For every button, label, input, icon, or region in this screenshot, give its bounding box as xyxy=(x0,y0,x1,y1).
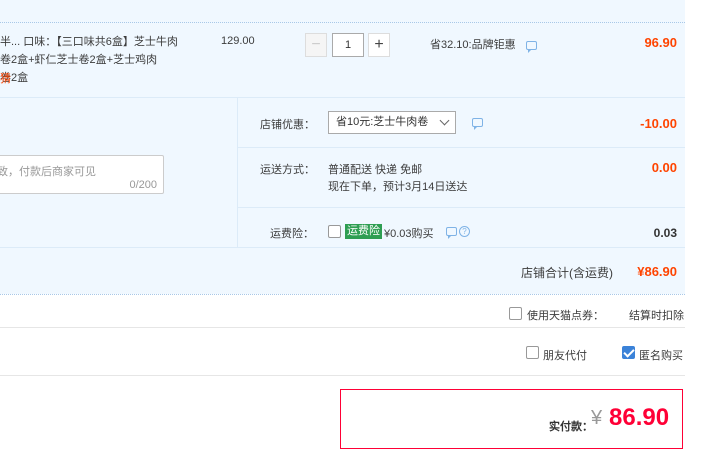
payment-label: 实付款： xyxy=(549,421,593,433)
quantity-decrease-button[interactable]: − xyxy=(305,33,327,57)
anonymous-purchase-label: 匿名购买 xyxy=(639,350,683,362)
quantity-input[interactable]: 1 xyxy=(332,33,364,57)
anonymous-purchase-checkbox[interactable] xyxy=(622,346,635,359)
tmall-points-label: 使用天猫点券： xyxy=(527,310,604,322)
buyer-message-placeholder: 致，付款后商家可见 xyxy=(0,166,96,178)
insurance-divider xyxy=(0,247,685,248)
insurance-label: 运费险： xyxy=(270,228,314,240)
payment-amount: 86.90 xyxy=(609,404,670,431)
chat-bubble-icon[interactable] xyxy=(472,118,483,130)
shop-discount-select[interactable]: 省10元:芝士牛肉卷 xyxy=(328,111,456,134)
column-divider xyxy=(237,97,238,247)
options-divider xyxy=(0,375,685,376)
item-unit-price: 129.00 xyxy=(221,35,255,47)
quantity-increase-button[interactable]: + xyxy=(368,33,390,57)
shop-total-label: 店铺合计(含运费) xyxy=(521,266,613,280)
minus-icon: − xyxy=(311,36,321,53)
chat-bubble-icon[interactable] xyxy=(526,41,537,53)
buyer-message-input[interactable]: 致，付款后商家可见 0/200 xyxy=(0,155,164,194)
payment-currency-symbol: ¥ xyxy=(591,407,603,429)
shipping-method: 普通配送 快递 免邮 xyxy=(328,164,423,176)
shipping-label: 运送方式： xyxy=(260,164,315,176)
item-variant-mark: 猜 xyxy=(0,73,11,85)
insurance-badge: 运费险 xyxy=(345,224,382,239)
discount-divider xyxy=(237,147,685,148)
help-icon[interactable]: ? xyxy=(459,226,470,237)
item-divider xyxy=(0,97,685,98)
order-top-divider xyxy=(0,22,685,23)
item-title[interactable]: 半... 口味：【三口味共6盒】芝士牛肉 卷2盒+虾仁芝士卷2盒+芝士鸡肉 卷2… xyxy=(0,33,200,87)
chevron-down-icon xyxy=(439,115,450,126)
insurance-amount: 0.03 xyxy=(653,226,677,240)
item-title-line-2: 卷2盒+虾仁芝士卷2盒+芝士鸡肉 xyxy=(0,54,158,66)
plus-icon: + xyxy=(374,36,384,53)
shop-discount-selected: 省10元:芝士牛肉卷 xyxy=(336,116,429,128)
insurance-price-text: ¥0.03购买 xyxy=(384,228,434,240)
shop-total-amount: ¥86.90 xyxy=(637,264,677,279)
item-title-line-3: 卷2盒 xyxy=(0,72,29,84)
payment-summary-box: 实付款： ¥ 86.90 xyxy=(340,389,683,449)
shipping-fee: 0.00 xyxy=(651,160,677,175)
shipping-divider xyxy=(237,207,685,208)
tmall-points-note: 结算时扣除 xyxy=(629,310,684,322)
item-promo-text: 省32.10:品牌钜惠 xyxy=(430,39,516,51)
item-subtotal: 96.90 xyxy=(644,35,677,50)
shop-discount-label: 店铺优惠： xyxy=(260,119,315,131)
item-title-line-1: 半... 口味：【三口味共6盒】芝士牛肉 xyxy=(0,36,178,48)
friend-pay-label: 朋友代付 xyxy=(543,350,587,362)
shop-discount-amount: -10.00 xyxy=(640,116,677,131)
friend-pay-checkbox[interactable] xyxy=(526,346,539,359)
tmall-points-checkbox[interactable] xyxy=(509,307,522,320)
insurance-checkbox[interactable] xyxy=(328,225,341,238)
buyer-message-counter: 0/200 xyxy=(129,179,157,191)
shipping-eta: 现在下单，预计3月14日送达 xyxy=(328,181,468,193)
order-bottom-divider xyxy=(0,294,685,295)
chat-bubble-icon[interactable] xyxy=(446,227,457,239)
points-divider xyxy=(0,327,685,328)
